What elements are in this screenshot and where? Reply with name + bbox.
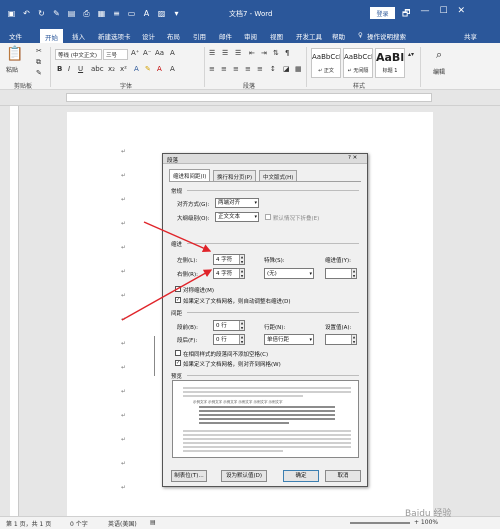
arrow-to-left-indent (143, 221, 212, 253)
arrow-to-right-indent (121, 269, 213, 321)
annotation-arrows (121, 221, 213, 321)
watermark: Baidu 经验 (405, 509, 452, 519)
